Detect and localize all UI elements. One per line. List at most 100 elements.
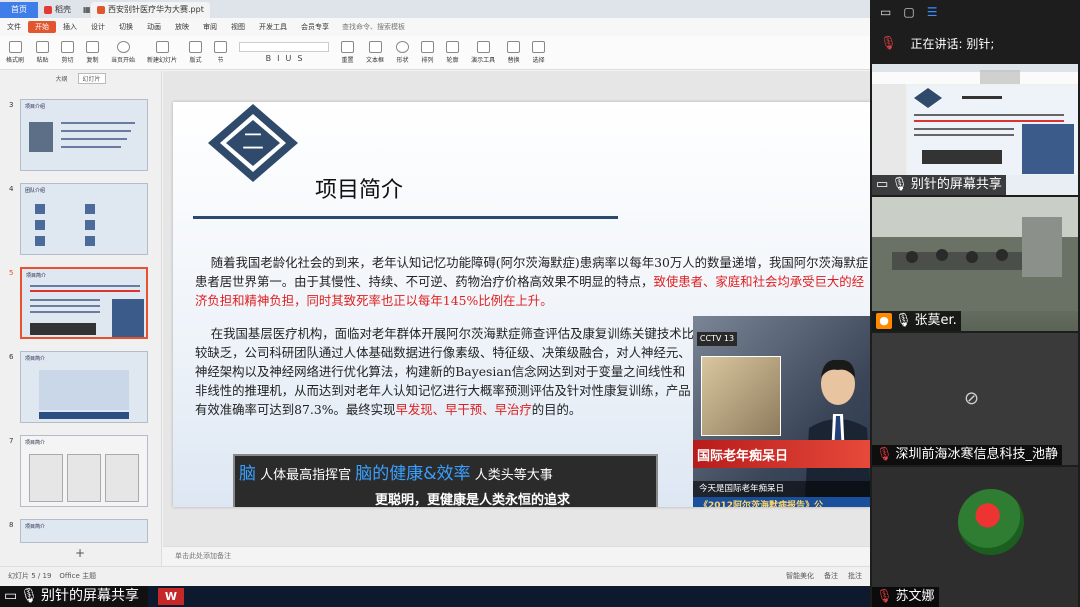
ribbon-copy[interactable]: 复制: [86, 41, 100, 64]
menu-transition[interactable]: 切换: [112, 22, 140, 32]
textbox-icon: [368, 41, 382, 53]
italic-button[interactable]: I: [277, 54, 279, 63]
underline-button[interactable]: U: [286, 54, 292, 63]
tab-grid-icon[interactable]: ▦: [77, 2, 91, 18]
slide-thumbnail-selected[interactable]: 项目简介: [20, 267, 148, 339]
bold-button[interactable]: B: [266, 54, 272, 63]
thumb-caption: [39, 412, 129, 419]
screen-share-icon: ▭: [876, 177, 889, 192]
ribbon-reset[interactable]: 重置: [341, 41, 355, 64]
title-underline: [193, 216, 618, 219]
thumb-photo: [29, 122, 53, 152]
ribbon-layout[interactable]: 版式: [189, 41, 203, 64]
tab-home[interactable]: 首页: [0, 2, 38, 18]
meeting-room-video: [872, 197, 1078, 311]
participant-tile-camera-off[interactable]: ⊘ 🎙 深圳前海冰寒信息科技_池静: [872, 333, 1078, 465]
participant-tile-screen-share[interactable]: ▭ 🎙 别针的屏幕共享: [872, 64, 1078, 195]
news-caption-2: 《2012阿尔茨海默病报告》公: [693, 497, 870, 507]
news-inset-photo: [701, 356, 781, 436]
ribbon-section[interactable]: 节: [214, 41, 228, 64]
menu-file[interactable]: 文件: [0, 22, 28, 32]
banner-text-1: 人体最高指挥官: [260, 468, 352, 483]
theme-name: Office 主题: [59, 572, 97, 580]
tab-document[interactable]: 西安别针医疗华为大赛.ppt: [91, 2, 210, 18]
notes-button[interactable]: 备注: [824, 571, 838, 581]
meeting-toolbar: ▭ ▢ ☰: [870, 0, 1080, 24]
strike-button[interactable]: S: [297, 54, 302, 63]
font-style-buttons: B I U S: [266, 54, 303, 63]
menu-animation[interactable]: 动画: [140, 22, 168, 32]
participant-tile-avatar[interactable]: 🎙 苏文娜: [872, 467, 1078, 607]
slide-counter: 幻灯片 5 / 19: [8, 572, 52, 580]
section-number-badge: 二: [198, 102, 308, 184]
menu-slideshow[interactable]: 放映: [168, 22, 196, 32]
copy-icon: [86, 41, 100, 53]
notes-bar[interactable]: 单击此处添加备注: [163, 546, 870, 564]
participant-name: 深圳前海冰寒信息科技_池静: [895, 447, 1059, 462]
ribbon-cut[interactable]: 剪切: [61, 41, 75, 64]
ribbon-replace[interactable]: 替换: [507, 41, 521, 64]
menu-member[interactable]: 会员专享: [294, 22, 336, 32]
slide-number: 4: [9, 185, 14, 193]
thumb-line: [30, 290, 140, 292]
tab-outline[interactable]: 大纲: [55, 74, 67, 83]
ribbon-label: 选择: [532, 57, 545, 64]
menu-review[interactable]: 审阅: [196, 22, 224, 32]
window-icon[interactable]: ▢: [903, 5, 914, 19]
menu-view[interactable]: 视图: [224, 22, 252, 32]
current-slide[interactable]: 二 项目简介 随着我国老龄化社会的到来，老年认知记忆功能障碍(阿尔茨海默症)患病…: [173, 102, 870, 507]
thumb-line: [30, 299, 100, 301]
news-red-band: 国际老年痴呆日: [693, 440, 870, 468]
font-name-select[interactable]: [239, 42, 330, 52]
smart-beautify-button[interactable]: 智能美化: [786, 571, 814, 581]
banner-brain: 脑: [239, 464, 256, 484]
ribbon-textbox[interactable]: 文本框: [366, 41, 384, 64]
shape-icon: [396, 41, 410, 53]
ribbon-label: 新建幻灯片: [147, 57, 178, 64]
ribbon-outline[interactable]: 轮廓: [446, 41, 460, 64]
ribbon-presentation-tools[interactable]: 演示工具: [471, 41, 495, 64]
taskbar: W: [148, 586, 870, 607]
slide-number: 5: [9, 269, 14, 277]
add-slide-button[interactable]: +: [75, 546, 85, 560]
paragraph-1: 随着我国老龄化社会的到来，老年认知记忆功能障碍(阿尔茨海默症)患病率以每年30万…: [195, 253, 870, 310]
tab-daoke[interactable]: 稻壳: [38, 2, 77, 18]
paragraph-2: 在我国基层医疗机构，面临对老年群体开展阿尔茨海默症筛查评估及康复训练关键技术比较…: [195, 324, 695, 419]
slide-thumbnail[interactable]: 项目简介: [20, 351, 148, 423]
ribbon-label: 格式刷: [6, 57, 25, 64]
thumb-photo: [85, 236, 95, 246]
thumb-photo: [85, 204, 95, 214]
comments-button[interactable]: 批注: [848, 571, 862, 581]
slide-thumbnail[interactable]: 项目简介: [20, 435, 148, 507]
ribbon-paste[interactable]: 粘贴: [36, 41, 50, 64]
menu-devtools[interactable]: 开发工具: [252, 22, 294, 32]
slide-thumbnail[interactable]: 团队介绍: [20, 183, 148, 255]
list-view-icon[interactable]: ☰: [927, 5, 938, 19]
participant-label: ▭ 🎙 别针的屏幕共享: [872, 175, 1006, 195]
ribbon-arrange[interactable]: 排列: [421, 41, 435, 64]
menu-start[interactable]: 开始: [28, 21, 56, 33]
participant-tile-video[interactable]: ● 🎙 张莫er.: [872, 197, 1078, 331]
thumb-title: 项目介绍: [25, 104, 46, 110]
ribbon-new-slide[interactable]: 新建幻灯片: [147, 41, 177, 64]
ribbon-play-current[interactable]: 当页开始: [111, 41, 135, 64]
wps-app-icon[interactable]: W: [158, 588, 184, 605]
news-screenshot: CCTV 13 国际老年痴呆日 今天是国际老年痴呆日 《2012阿尔茨海默病报告…: [693, 316, 870, 507]
ribbon-select[interactable]: 选择: [532, 41, 546, 64]
ribbon-format-painter[interactable]: 格式刷: [6, 41, 24, 64]
thumb-document: [29, 454, 63, 502]
thumb-title: 项目简介: [25, 524, 46, 530]
slide-thumbnail[interactable]: 项目介绍: [20, 99, 148, 171]
grid-view-icon[interactable]: ▭: [880, 5, 891, 19]
layout-icon: [189, 41, 203, 53]
ribbon-shape[interactable]: 形状: [396, 41, 410, 64]
command-search[interactable]: 查找命令、搜索模板: [342, 22, 405, 32]
menu-insert[interactable]: 插入: [56, 22, 84, 32]
speaking-mic-icon: 🎙: [880, 35, 897, 51]
separator: 、: [482, 402, 495, 417]
paste-icon: [36, 41, 50, 53]
tab-slides[interactable]: 幻灯片: [77, 72, 106, 84]
menu-design[interactable]: 设计: [84, 22, 112, 32]
early-detection: 早发现: [395, 402, 433, 417]
slide-thumbnail[interactable]: 项目简介: [20, 519, 148, 543]
